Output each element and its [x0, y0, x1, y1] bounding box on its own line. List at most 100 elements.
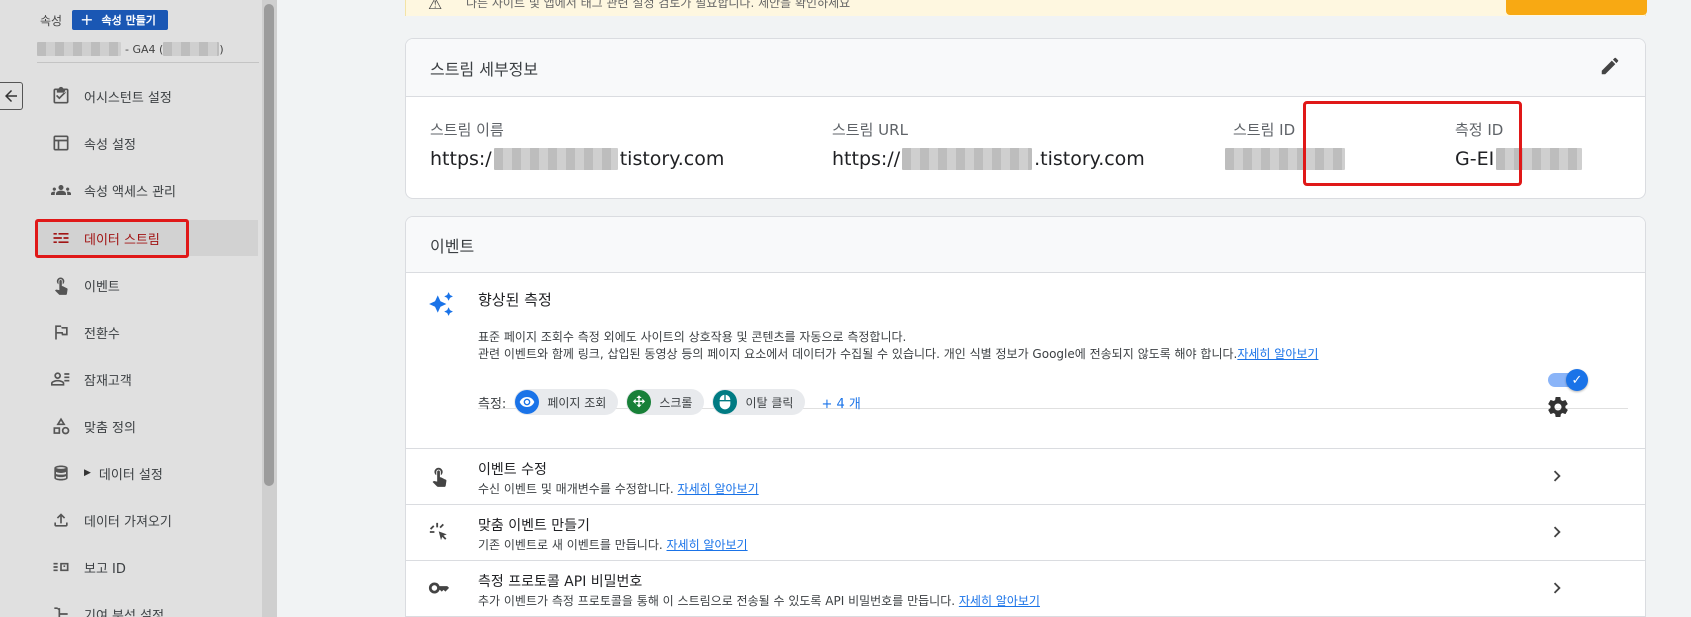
account-selector[interactable]: - GA4 ( ): [37, 40, 224, 58]
key-icon: [428, 577, 450, 603]
redacted-block: [902, 148, 1033, 170]
sidebar-item-label: 이벤트: [84, 279, 120, 295]
enhanced-measurement-toggle[interactable]: ✓: [1546, 369, 1588, 391]
value-suffix: .tistory.com: [1034, 148, 1145, 170]
learn-more-link[interactable]: 자세히 알아보기: [667, 538, 748, 552]
chip-outbound-click: 이탈 클릭: [712, 389, 806, 415]
touch-icon: [50, 274, 72, 296]
warning-icon: ⚠: [428, 0, 443, 13]
value-prefix: https://: [832, 148, 901, 170]
row-title: 맞춤 이벤트 만들기: [478, 518, 590, 534]
create-custom-event-row[interactable]: 맞춤 이벤트 만들기 기존 이벤트로 새 이벤트를 만듭니다. 자세히 알아보기: [406, 505, 1645, 561]
value-prefix: https:/: [430, 148, 492, 170]
chip-label: 이탈 클릭: [745, 395, 794, 410]
description-line: 표준 페이지 조회수 측정 외에도 사이트의 상호작용 및 콘텐츠를 자동으로 …: [478, 330, 907, 344]
sidebar-item-data-settings[interactable]: ▶ 데이터 설정: [36, 455, 258, 491]
row-description: 수신 이벤트 및 매개변수를 수정합니다. 자세히 알아보기: [478, 480, 759, 497]
sidebar-item-reporting-id[interactable]: 보고 ID: [36, 549, 258, 585]
sidebar-item-conversions[interactable]: 전환수: [36, 314, 258, 350]
divider: [37, 62, 259, 63]
check-icon: ✓: [1566, 369, 1588, 391]
panel-icon: [50, 132, 72, 154]
shapes-icon: [50, 415, 72, 437]
property-label: 속성: [40, 13, 63, 28]
database-icon: [50, 462, 72, 484]
scroll-arrows-icon: [627, 390, 652, 414]
events-header: 이벤트: [406, 217, 1645, 273]
sidebar-item-audiences[interactable]: 잠재고객: [36, 361, 258, 397]
sidebar-item-label: 맞춤 정의: [84, 420, 136, 436]
alert-text: 다른 사이트 및 앱에서 태그 관련 설정 검토가 필요합니다. 제안을 확인하…: [466, 0, 851, 10]
create-property-label: 속성 만들기: [101, 14, 156, 27]
flag-icon: [50, 321, 72, 343]
chip-page-view: 페이지 조회: [514, 389, 619, 415]
sidebar-item-events[interactable]: 이벤트: [36, 267, 258, 303]
enhanced-measurement-section: 향상된 측정 표준 페이지 조회수 측정 외에도 사이트의 상호작용 및 콘텐츠…: [406, 273, 1645, 449]
highlight-frame-measurement-id: [1303, 101, 1522, 186]
sidebar-item-custom-definitions[interactable]: 맞춤 정의: [36, 408, 258, 444]
measurement-protocol-row[interactable]: 측정 프로토콜 API 비밀번호 추가 이벤트가 측정 프로토콜을 통해 이 스…: [406, 561, 1645, 616]
sparkle-icon: [428, 291, 454, 321]
row-title: 이벤트 수정: [478, 462, 547, 478]
sidebar-item-label: 어시스턴트 설정: [84, 90, 172, 106]
more-measurements-link[interactable]: + 4 개: [821, 393, 860, 412]
measurement-chips-row: 측정: 페이지 조회 스크롤 이탈 클릭 + 4 개: [478, 389, 861, 415]
sidebar-item-access-management[interactable]: 속성 액세스 관리: [36, 172, 258, 208]
stream-name-field: 스트림 이름 https:/ tistory.com: [430, 119, 724, 170]
stream-url-field: 스트림 URL https:// .tistory.com: [832, 119, 1145, 170]
field-label: 스트림 URL: [832, 121, 908, 139]
property-row: 속성 + 속성 만들기: [40, 10, 168, 30]
back-button[interactable]: [0, 82, 23, 110]
sidebar-item-label: 속성 액세스 관리: [84, 184, 176, 200]
arrow-left-icon: [5, 90, 17, 102]
create-property-button[interactable]: + 속성 만들기: [72, 10, 168, 30]
edit-pencil-icon[interactable]: [1599, 55, 1621, 81]
account-suffix: - GA4 (: [125, 42, 164, 56]
sidebar-item-assistant[interactable]: 어시스턴트 설정: [36, 78, 258, 114]
highlight-frame-data-streams: [35, 219, 189, 258]
card-title: 스트림 세부정보: [430, 59, 539, 79]
sidebar-item-label: 기여 분석 설정: [84, 608, 165, 617]
chevron-right-icon[interactable]: [1546, 521, 1568, 547]
sidebar-item-label: 데이터 가져오기: [84, 514, 172, 530]
sidebar-item-label: 전환수: [84, 326, 120, 342]
report-id-icon: [50, 556, 72, 578]
sidebar-item-attribution[interactable]: 기여 분석 설정: [36, 596, 258, 617]
sidebar-item-property-settings[interactable]: 속성 설정: [36, 125, 258, 161]
chevron-right-icon[interactable]: [1546, 577, 1568, 603]
checklist-icon: [50, 85, 72, 107]
row-description-text: 수신 이벤트 및 매개변수를 수정합니다.: [478, 482, 678, 496]
upload-icon: [50, 509, 72, 531]
audience-icon: [50, 368, 72, 390]
value-suffix: tistory.com: [619, 148, 725, 170]
row-title: 측정 프로토콜 API 비밀번호: [478, 574, 643, 590]
gear-icon[interactable]: [1546, 395, 1570, 423]
cursor-click-icon: [428, 521, 450, 547]
attribution-icon: [50, 603, 72, 617]
eye-icon: [515, 390, 540, 414]
description-line: 관련 이벤트와 함께 링크, 삽입된 동영상 등의 페이지 요소에서 데이터가 …: [478, 347, 1238, 361]
alert-banner: ⚠ 다른 사이트 및 앱에서 태그 관련 설정 검토가 필요합니다. 제안을 확…: [405, 0, 1647, 16]
mouse-icon: [713, 390, 738, 414]
row-description: 추가 이벤트가 측정 프로토콜을 통해 이 스트림으로 전송될 수 있도록 AP…: [478, 592, 1040, 609]
row-description-text: 추가 이벤트가 측정 프로토콜을 통해 이 스트림으로 전송될 수 있도록 AP…: [478, 594, 959, 608]
sidebar-scrollbar-thumb[interactable]: [264, 4, 274, 486]
chevron-right-icon[interactable]: [1546, 465, 1568, 491]
people-icon: [50, 179, 72, 201]
sidebar-item-label: 데이터 설정: [98, 467, 163, 483]
card-title: 이벤트: [430, 236, 475, 256]
sidebar-item-data-import[interactable]: 데이터 가져오기: [36, 502, 258, 538]
sidebar-item-label: 속성 설정: [84, 137, 136, 153]
row-description-text: 기존 이벤트로 새 이벤트를 만듭니다.: [478, 538, 667, 552]
chip-label: 스크롤: [659, 395, 693, 410]
learn-more-link[interactable]: 자세히 알아보기: [959, 594, 1040, 608]
modify-events-row[interactable]: 이벤트 수정 수신 이벤트 및 매개변수를 수정합니다. 자세히 알아보기: [406, 449, 1645, 505]
alert-action-button[interactable]: [1506, 0, 1647, 15]
learn-more-link[interactable]: 자세히 알아보기: [678, 482, 759, 496]
learn-more-link[interactable]: 자세히 알아보기: [1237, 347, 1318, 361]
touch-icon: [428, 465, 450, 491]
sidebar-item-label: 보고 ID: [84, 561, 126, 577]
chip-label: 페이지 조회: [547, 395, 607, 410]
expand-triangle-icon[interactable]: ▶: [84, 468, 91, 478]
enhanced-measurement-title: 향상된 측정: [478, 291, 552, 309]
